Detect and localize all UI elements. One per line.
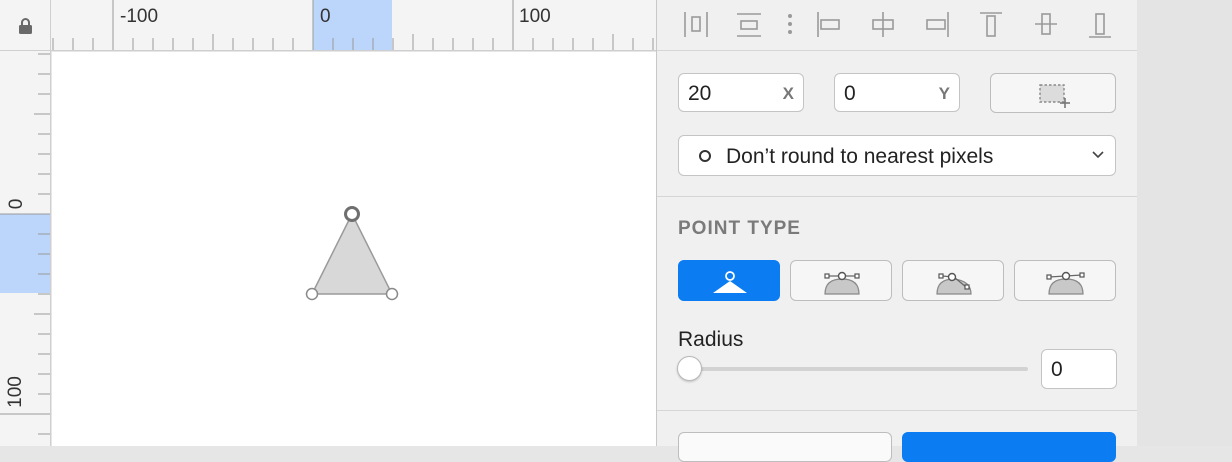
align-horizontal-center-icon (872, 12, 894, 37)
x-position-field[interactable]: 20 X (678, 73, 804, 112)
pixel-rounding-select[interactable]: Don’t round to nearest pixels (678, 135, 1116, 176)
triangle-path (310, 212, 394, 295)
straight-point-icon (713, 271, 747, 293)
point-type-asymmetric-button[interactable] (1014, 260, 1116, 301)
distribute-vertically-icon (737, 13, 761, 37)
radius-slider-knob[interactable] (677, 356, 702, 381)
align-left-icon (817, 12, 840, 37)
ruler-corner[interactable] (0, 0, 51, 51)
align-right-icon (926, 12, 949, 37)
x-position-value[interactable]: 20 (688, 82, 711, 106)
y-position-field[interactable]: 0 Y (834, 73, 960, 112)
vertical-ruler[interactable]: 0 100 (0, 51, 51, 446)
chevron-down-icon (1092, 151, 1104, 159)
disconnected-point-icon (936, 272, 972, 295)
pixel-rounding-value: Don’t round to nearest pixels (726, 145, 994, 168)
radius-field[interactable]: 0 (1041, 349, 1117, 389)
alignment-toolbar[interactable] (657, 0, 1138, 50)
primary-action-button[interactable] (902, 432, 1116, 462)
radius-value[interactable]: 0 (1051, 358, 1063, 382)
divider (657, 196, 1138, 197)
point-type-title: POINT TYPE (678, 218, 801, 239)
secondary-action-button[interactable] (678, 432, 892, 462)
selected-point-handle (344, 206, 360, 222)
radius-label: Radius (678, 328, 744, 351)
point-handle (305, 287, 319, 301)
mirrored-point-icon (824, 271, 860, 295)
triangle-shape[interactable] (52, 52, 656, 446)
ruler-label-100: 100 (5, 376, 26, 408)
y-field-label: Y (938, 84, 950, 103)
point-type-mirrored-button[interactable] (790, 260, 892, 301)
frame-add-icon (1039, 84, 1070, 108)
design-canvas[interactable] (52, 52, 656, 446)
asymmetric-point-icon (1046, 271, 1085, 295)
align-vertical-center-icon (1035, 13, 1057, 35)
divider (657, 410, 1138, 411)
horizontal-ruler[interactable]: -100 0 100 (51, 0, 656, 51)
rounding-mode-icon (699, 150, 711, 162)
y-position-value[interactable]: 0 (844, 82, 856, 106)
frame-selection-button[interactable] (990, 73, 1116, 113)
point-type-straight-button[interactable] (678, 260, 780, 301)
ruler-label-0: 0 (6, 198, 27, 210)
ruler-label-0: 0 (320, 6, 331, 27)
align-top-icon (980, 12, 1002, 37)
inspector-panel: 20 X 0 Y Don’t round to nearest pixels P… (656, 0, 1138, 462)
lock-icon[interactable] (17, 17, 35, 35)
point-handle (385, 287, 399, 301)
more-options-icon (788, 14, 792, 34)
divider (657, 50, 1138, 51)
point-type-disconnected-button[interactable] (902, 260, 1004, 301)
radius-slider-track[interactable] (689, 367, 1028, 371)
ruler-label-minus-100: -100 (120, 6, 159, 27)
distribute-horizontally-icon (684, 12, 708, 37)
ruler-label-100: 100 (519, 6, 551, 27)
window-background (1137, 0, 1232, 446)
align-bottom-icon (1089, 13, 1111, 38)
x-field-label: X (782, 84, 794, 103)
